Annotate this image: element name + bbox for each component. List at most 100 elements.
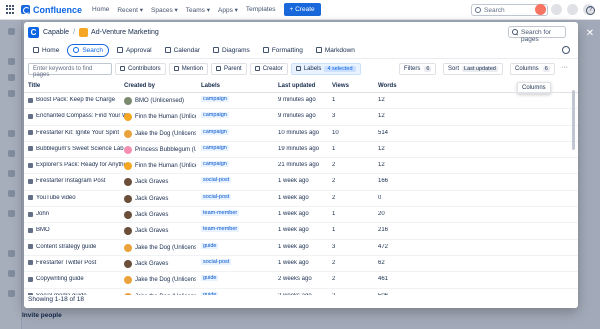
column-header-words[interactable]: Words	[378, 83, 397, 89]
row-created-by[interactable]: Jack Graves	[124, 178, 196, 187]
row-label[interactable]: team-member	[201, 210, 240, 217]
row-label[interactable]: guide	[201, 242, 219, 249]
row-title[interactable]: Firestarter Kit: Ignite Your Spirit	[28, 130, 138, 136]
row-title[interactable]: John	[28, 211, 138, 217]
label-badge[interactable]: campaign	[201, 144, 229, 151]
row-created-by[interactable]: Jake the Dog (Unlicense-	[124, 243, 196, 252]
scrollbar-thumb[interactable]	[572, 90, 575, 150]
row-title[interactable]: Content strategy guide	[28, 244, 138, 250]
label-badge[interactable]: social-post	[201, 193, 232, 200]
settings-icon[interactable]	[567, 4, 578, 15]
table-row[interactable]: BMO Jack Graves team-member 1 week ago 1 216	[24, 223, 578, 240]
tab-diagrams[interactable]: Diagrams	[208, 45, 255, 56]
row-label[interactable]: campaign	[201, 144, 229, 151]
row-created-by[interactable]: Jake the Dog (Unlicense-	[124, 292, 196, 295]
nav-recent[interactable]: Recent ▾	[117, 6, 143, 14]
row-created-by[interactable]: Jack Graves	[124, 211, 196, 220]
row-created-by[interactable]: Jack Graves	[124, 227, 196, 236]
help-icon[interactable]: ?	[586, 6, 595, 15]
parent-filter-button[interactable]: Parent	[211, 62, 247, 75]
label-badge[interactable]: guide	[201, 291, 219, 295]
tab-approval[interactable]: Approval	[112, 45, 157, 56]
app-switcher-icon[interactable]	[6, 4, 16, 15]
column-header-labels[interactable]: Labels	[201, 83, 220, 89]
table-row[interactable]: Copywriting guide Jake the Dog (Unlicense…	[24, 272, 578, 289]
contributors-filter-button[interactable]: Contributors	[115, 62, 166, 75]
keyword-search-input[interactable]: Enter keywords to find pages	[28, 62, 112, 78]
table-row[interactable]: YouTube video Jack Graves social-post 1 wee…	[24, 191, 578, 208]
help-icon[interactable]	[551, 4, 562, 15]
row-label[interactable]: campaign	[201, 128, 229, 135]
row-created-by[interactable]: BMO (Unlicensed)	[124, 97, 196, 105]
sort-button[interactable]: Sort Last updated	[443, 63, 503, 75]
row-title[interactable]: BMO	[28, 227, 138, 233]
close-icon[interactable]: ✕	[585, 29, 595, 39]
row-label[interactable]: campaign	[201, 96, 229, 102]
table-row[interactable]: Boost Pack: Keep the Charge BMO (Unlicens…	[24, 93, 578, 110]
table-row[interactable]: Firestarter Instagram Post Jack Graves soc…	[24, 174, 578, 191]
tab-search[interactable]: Search	[67, 43, 109, 57]
nav-templates[interactable]: Templates	[246, 6, 276, 13]
notifications-icon[interactable]	[535, 4, 546, 15]
label-badge[interactable]: campaign	[201, 96, 229, 102]
label-badge[interactable]: team-member	[201, 210, 240, 217]
row-created-by[interactable]: Jack Graves	[124, 259, 196, 268]
row-label[interactable]: campaign	[201, 112, 229, 119]
row-title[interactable]: Copywriting guide	[28, 276, 138, 282]
label-badge[interactable]: guide	[201, 242, 219, 249]
label-badge[interactable]: guide	[201, 275, 219, 282]
table-row[interactable]: Firestarter Kit: Ignite Your Spirit Jake …	[24, 126, 578, 142]
mention-filter-button[interactable]: Mention	[168, 62, 209, 75]
row-label[interactable]: social-post	[201, 258, 232, 265]
row-title[interactable]: Boost Pack: Keep the Charge	[28, 97, 138, 103]
confluence-logo[interactable]: Confluence	[21, 5, 82, 15]
label-badge[interactable]: campaign	[201, 161, 229, 168]
row-title[interactable]: Bubblegum's Sweet Science Lab	[28, 146, 138, 152]
row-created-by[interactable]: Finn the Human (Unlicens	[124, 162, 196, 171]
gear-icon[interactable]	[562, 46, 570, 54]
column-header-last-updated[interactable]: Last updated	[278, 83, 315, 89]
label-badge[interactable]: social-post	[201, 177, 232, 184]
columns-button[interactable]: Columns 6	[510, 63, 555, 75]
space-name[interactable]: Capable	[43, 29, 69, 36]
nav-teams[interactable]: Teams ▾	[186, 6, 210, 14]
row-created-by[interactable]: Princess Bubblegum (Un	[124, 145, 196, 154]
row-label[interactable]: social-post	[201, 193, 232, 200]
create-button[interactable]: + Create	[283, 3, 321, 16]
nav-apps[interactable]: Apps ▾	[218, 6, 238, 14]
search-pages-input[interactable]: Search for pages	[508, 26, 566, 43]
row-created-by[interactable]: Jake the Dog (Unlicense-	[124, 129, 196, 138]
tab-calendar[interactable]: Calendar	[160, 45, 205, 56]
page-name[interactable]: Ad-Venture Marketing	[91, 29, 159, 36]
row-label[interactable]: social-post	[201, 177, 232, 184]
row-label[interactable]: campaign	[201, 161, 229, 168]
tab-formatting[interactable]: Formatting	[258, 45, 308, 56]
creator-filter-button[interactable]: Creator	[249, 62, 288, 75]
labels-filter-button[interactable]: Labels 4 selected	[290, 62, 361, 75]
row-created-by[interactable]: Jake the Dog (Unlicense-	[124, 276, 196, 285]
nav-home[interactable]: Home	[92, 6, 109, 13]
label-badge[interactable]: team-member	[201, 226, 240, 233]
label-badge[interactable]: social-post	[201, 258, 232, 265]
row-title[interactable]: Firestarter Twitter Post	[28, 260, 138, 266]
tab-home[interactable]: Home	[28, 45, 64, 56]
column-header-views[interactable]: Views	[332, 83, 349, 89]
column-header-title[interactable]: Title	[28, 83, 40, 89]
table-row[interactable]: Bubblegum's Sweet Science Lab Princess Bu…	[24, 142, 578, 159]
table-row[interactable]: Firestarter Twitter Post Jack Graves socia…	[24, 256, 578, 273]
nav-spaces[interactable]: Spaces ▾	[151, 6, 178, 14]
label-badge[interactable]: campaign	[201, 112, 229, 119]
filters-button[interactable]: Filters 6	[399, 63, 437, 75]
row-title[interactable]: Enchanted Compass: Find Your W	[28, 113, 138, 119]
row-title[interactable]: Explorer's Pack: Ready for Anythi	[28, 162, 138, 168]
row-created-by[interactable]: Jack Graves	[124, 194, 196, 203]
row-label[interactable]: guide	[201, 291, 219, 295]
row-title[interactable]: Firestarter Instagram Post	[28, 178, 138, 184]
column-header-created-by[interactable]: Created by	[124, 83, 155, 89]
label-badge[interactable]: campaign	[201, 128, 229, 135]
table-row[interactable]: Content strategy guide Jake the Dog (Unli…	[24, 240, 578, 256]
table-row[interactable]: John Jack Graves team-member 1 week ago 1 20	[24, 207, 578, 224]
row-created-by[interactable]: Finn the Human (Unlicensed)	[124, 113, 196, 122]
scrollbar[interactable]	[571, 80, 576, 294]
row-label[interactable]: guide	[201, 275, 219, 282]
